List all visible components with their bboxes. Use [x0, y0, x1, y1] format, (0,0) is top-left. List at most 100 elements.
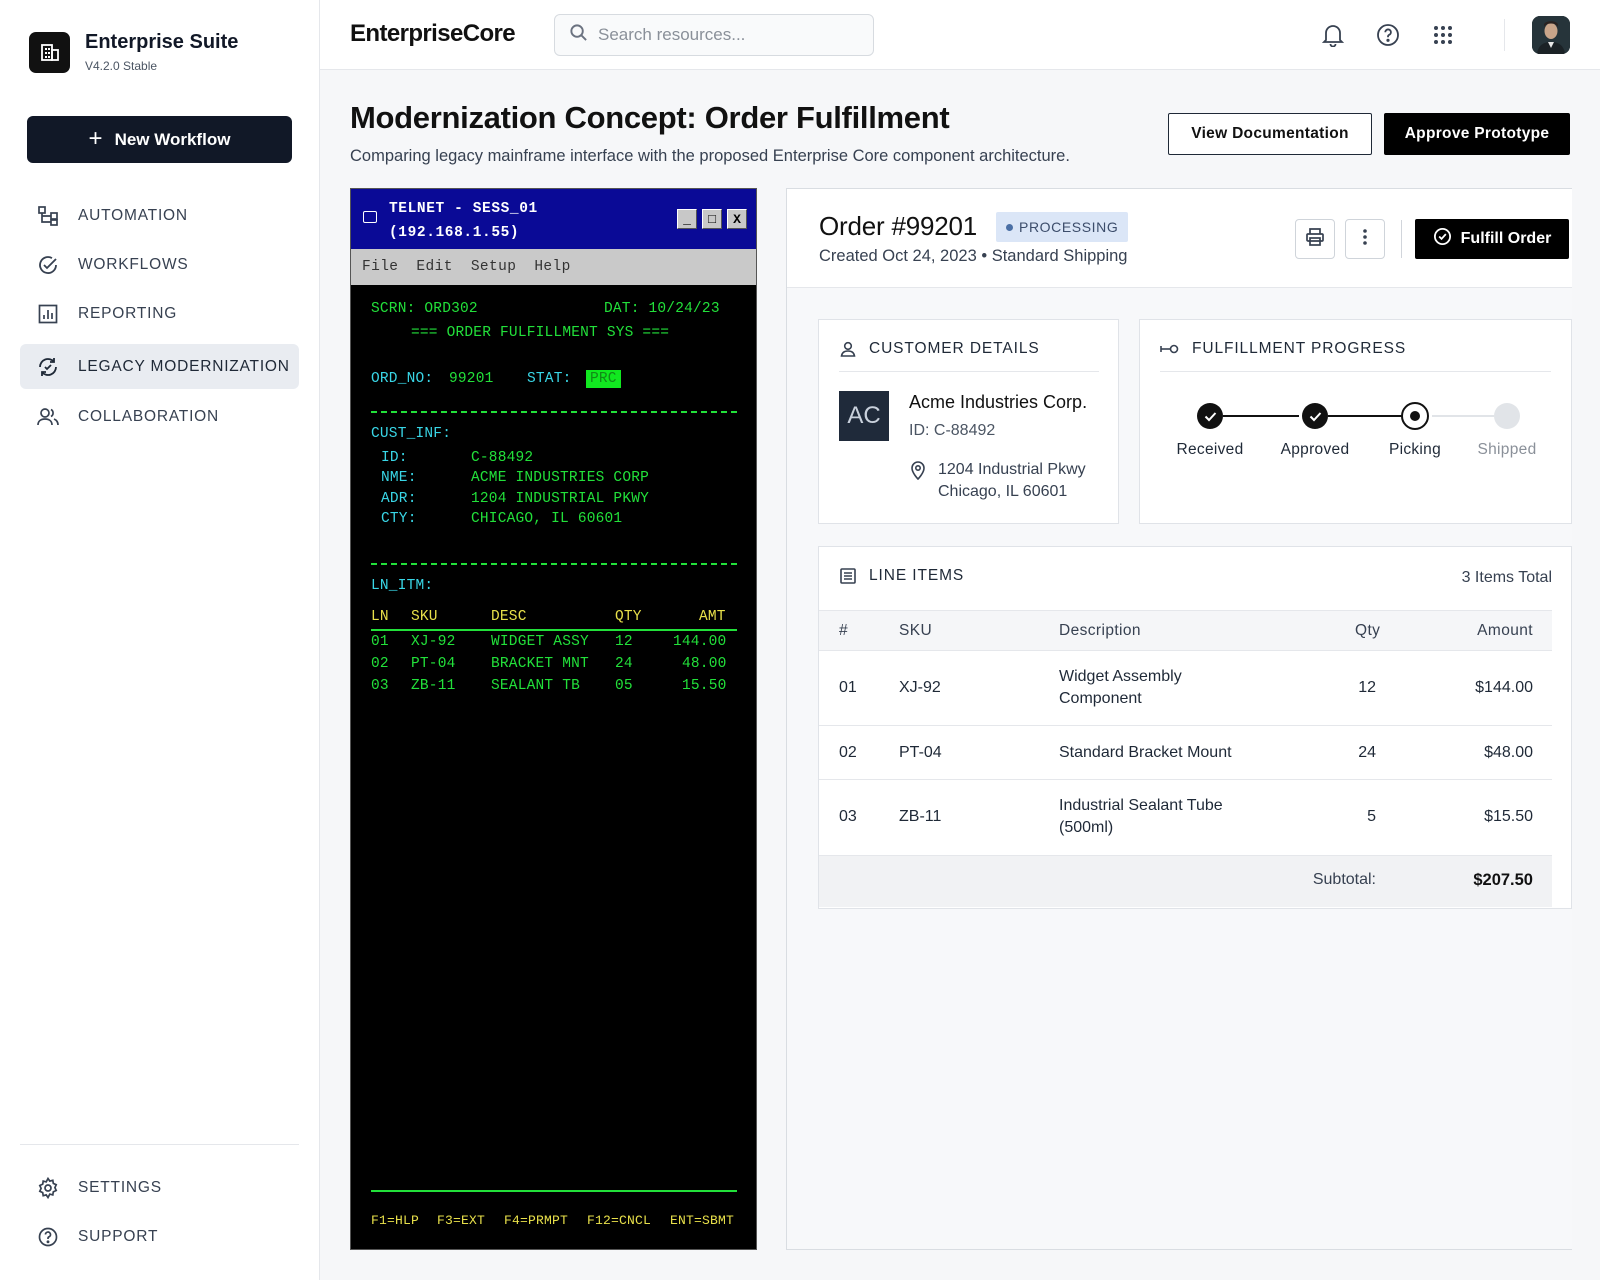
terminal-fkey[interactable]: F12=CNCL [587, 1213, 651, 1228]
terminal-item-cell: 01 [371, 634, 389, 650]
subtotal-label: Subtotal: [1312, 871, 1376, 888]
more-vertical-icon [1362, 228, 1368, 251]
terminal-menu-help[interactable]: Help [534, 259, 570, 275]
terminal-cust-value: C-88492 [471, 450, 534, 466]
col-amount[interactable]: Amount [1477, 622, 1533, 640]
sidebar-item-label: SETTINGS [78, 1178, 162, 1196]
card-divider [1160, 371, 1551, 372]
cell-sku: XJ-92 [899, 679, 941, 696]
step-connector [1223, 415, 1299, 417]
terminal-cust-value: ACME INDUSTRIES CORP [471, 470, 650, 486]
terminal-cust-key: NME: [381, 470, 417, 486]
sidebar-item-label: WORKFLOWS [78, 255, 189, 273]
terminal-cust-value: 1204 INDUSTRIAL PKWY [471, 491, 650, 507]
terminal-menu-setup[interactable]: Setup [471, 259, 517, 275]
sidebar-item-legacy-modernization[interactable]: LEGACY MODERNIZATION [20, 344, 299, 389]
customer-id: ID: C-88492 [909, 422, 996, 439]
print-button[interactable] [1295, 219, 1335, 259]
col-description[interactable]: Description [1059, 622, 1141, 640]
terminal-fkey[interactable]: ENT=SBMT [670, 1213, 734, 1228]
sidebar-item-label: SUPPORT [78, 1227, 159, 1245]
sidebar-item-collaboration[interactable]: COLLABORATION [20, 394, 299, 439]
col-number[interactable]: # [839, 622, 848, 640]
search-input[interactable] [598, 25, 858, 45]
customer-address: 1204 Industrial Pkwy Chicago, IL 60601 [938, 459, 1086, 503]
terminal-cust-value: CHICAGO, IL 60601 [471, 511, 623, 527]
fulfill-order-button[interactable]: Fulfill Order [1415, 219, 1569, 259]
view-documentation-button[interactable]: View Documentation [1168, 113, 1372, 155]
minimize-button[interactable]: _ [677, 209, 697, 229]
app-title[interactable]: EnterpriseCore [350, 20, 516, 48]
plus-icon: + [88, 124, 103, 152]
col-qty[interactable]: Qty [1355, 622, 1380, 640]
bell-icon[interactable] [1320, 22, 1346, 48]
step-received-dot [1197, 403, 1223, 429]
new-workflow-button[interactable]: + New Workflow [27, 116, 292, 163]
user-icon [839, 340, 857, 358]
terminal-col-qty: QTY [615, 609, 642, 625]
search-box[interactable] [554, 14, 874, 56]
address-line-2: Chicago, IL 60601 [938, 483, 1068, 500]
order-meta: Created Oct 24, 2023 • Standard Shipping [819, 247, 1128, 265]
sidebar-item-settings[interactable]: SETTINGS [20, 1165, 299, 1210]
bar-chart-icon [36, 302, 60, 326]
apps-grid-icon[interactable] [1430, 22, 1456, 48]
cell-qty: 5 [1367, 808, 1376, 825]
customer-name[interactable]: Acme Industries Corp. [909, 392, 1087, 413]
cell-qty: 12 [1358, 679, 1376, 696]
sidebar-item-automation[interactable]: AUTOMATION [20, 193, 299, 238]
order-header: Order #99201 PROCESSING Created Oct 24, … [787, 189, 1572, 288]
terminal-item-cell: 48.00 [682, 656, 727, 672]
gear-icon [36, 1176, 60, 1200]
table-row[interactable]: 02 PT-04 Standard Bracket Mount 24 $48.0… [819, 726, 1552, 780]
users-icon [36, 405, 60, 429]
terminal-fkey[interactable]: F4=PRMPT [504, 1213, 568, 1228]
terminal-icon [363, 211, 377, 223]
terminal-underline [371, 629, 737, 631]
step-shipped-dot [1494, 403, 1520, 429]
more-options-button[interactable] [1345, 219, 1385, 259]
approve-prototype-button[interactable]: Approve Prototype [1384, 113, 1570, 155]
sidebar-item-reporting[interactable]: REPORTING [20, 291, 299, 336]
terminal-menu-file[interactable]: File [362, 259, 398, 275]
terminal-lines-heading: LN_ITM: [371, 578, 434, 594]
check-circle-icon [36, 253, 60, 277]
terminal-ord-label: ORD_NO: [371, 371, 434, 387]
new-workflow-label: New Workflow [114, 129, 231, 149]
terminal-ord-value: 99201 [449, 371, 494, 387]
terminal-screen-id: SCRN: ORD302 [371, 301, 478, 317]
sidebar-item-workflows[interactable]: WORKFLOWS [20, 242, 299, 287]
terminal-menu-edit[interactable]: Edit [416, 259, 452, 275]
header-divider [1401, 220, 1402, 258]
customer-avatar: AC [839, 391, 889, 441]
brand[interactable]: Enterprise Suite V4.2.0 Stable [29, 31, 238, 73]
terminal-cust-key: ID: [381, 450, 408, 466]
terminal-item-cell: 24 [615, 656, 633, 672]
terminal-item-cell: 144.00 [673, 634, 727, 650]
close-button[interactable]: X [727, 209, 747, 229]
terminal-col-ln: LN [371, 609, 389, 625]
terminal-cust-key: ADR: [381, 491, 417, 507]
table-row[interactable]: 03 ZB-11 Industrial Sealant Tube (500ml)… [819, 780, 1552, 856]
printer-icon [1305, 227, 1325, 252]
user-avatar[interactable] [1532, 16, 1570, 54]
terminal-fkey[interactable]: F3=EXT [437, 1213, 485, 1228]
terminal-cust-heading: CUST_INF: [371, 426, 452, 442]
cell-sku: ZB-11 [899, 808, 942, 825]
terminal-item-cell: XJ-92 [411, 634, 456, 650]
table-row[interactable]: 01 XJ-92 Widget Assembly Component 12 $1… [819, 651, 1552, 726]
sidebar-item-support[interactable]: SUPPORT [20, 1214, 299, 1259]
terminal-item-cell: 15.50 [682, 678, 727, 694]
terminal-header: === ORDER FULFILLMENT SYS === [411, 325, 670, 341]
cell-amount: $48.00 [1484, 744, 1533, 761]
map-pin-icon [909, 460, 927, 485]
help-icon[interactable] [1375, 22, 1401, 48]
terminal-stat-label: STAT: [527, 371, 572, 387]
maximize-button[interactable]: □ [702, 209, 722, 229]
terminal-fkey[interactable]: F1=HLP [371, 1213, 419, 1228]
fulfill-order-label: Fulfill Order [1460, 230, 1552, 247]
col-sku[interactable]: SKU [899, 622, 932, 640]
progress-key-icon [1160, 342, 1180, 356]
step-received-label: Received [1176, 441, 1244, 458]
sidebar-item-label: LEGACY MODERNIZATION [78, 357, 290, 375]
